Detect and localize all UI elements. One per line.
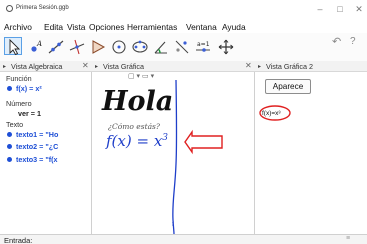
help-icon[interactable]: ?: [350, 36, 364, 48]
title-bar: Primera Sesión.ggb – □ ✕: [0, 0, 367, 21]
collapse-triangle-icon[interactable]: ▸: [3, 63, 6, 70]
graphics-view-2[interactable]: Aparece f(x)=x³: [255, 72, 367, 234]
visibility-dot[interactable]: [7, 144, 12, 149]
menu-archivo[interactable]: Archivo: [4, 22, 32, 32]
svg-text:A: A: [36, 40, 42, 48]
menu-herramientas[interactable]: Herramientas: [127, 22, 177, 32]
point-tool-button[interactable]: A: [25, 37, 43, 55]
triangle-icon: [92, 40, 106, 54]
algebra-item-fx[interactable]: f(x) = x²: [16, 84, 42, 93]
cursor-arrow-icon: [9, 38, 21, 56]
curve-label: f: [172, 222, 174, 228]
input-label: Entrada:: [4, 236, 33, 244]
window-title: Primera Sesión.ggb: [16, 5, 69, 11]
function-curve: [172, 79, 178, 234]
minimize-button[interactable]: –: [313, 4, 327, 14]
menu-edita[interactable]: Edita: [44, 22, 63, 32]
collapse-triangle-icon[interactable]: ▸: [258, 63, 261, 70]
visibility-dot[interactable]: [7, 157, 12, 162]
circle-icon: [112, 40, 126, 54]
ellipse-icon: [132, 40, 148, 53]
input-bar: Entrada: ≡: [0, 234, 367, 244]
perpendicular-icon: [69, 39, 85, 55]
section-label-numero: Número: [6, 99, 32, 108]
conic-tool-button[interactable]: [130, 37, 148, 55]
section-label-funcion: Función: [6, 74, 32, 83]
hola-text[interactable]: Hola: [102, 86, 173, 117]
input-field[interactable]: [38, 236, 338, 244]
angle-tool-button[interactable]: [151, 37, 169, 55]
red-arrow-icon: [184, 129, 223, 155]
line-tool-button[interactable]: [46, 37, 64, 55]
menu-ayuda[interactable]: Ayuda: [222, 22, 246, 32]
graphics-view-2-title: Vista Gráfica 2: [266, 62, 314, 71]
slider-tool-button[interactable]: a=1: [193, 37, 211, 55]
algebra-view-header: ▸ Vista Algebraica ✕: [0, 61, 92, 72]
menu-ventana[interactable]: Ventana: [186, 22, 217, 32]
algebra-item-texto3[interactable]: texto3 = "f(x: [16, 155, 58, 164]
input-help-icon[interactable]: ≡: [346, 235, 350, 242]
reflect-tool-button[interactable]: [172, 37, 190, 55]
move-graphics-tool-button[interactable]: [216, 37, 234, 55]
polygon-tool-button[interactable]: [88, 37, 106, 55]
como-estas-text[interactable]: ¿Cómo estás?: [108, 122, 160, 131]
close-window-button[interactable]: ✕: [352, 4, 366, 14]
perpendicular-tool-button[interactable]: [67, 37, 85, 55]
slider-tool-label: a=1: [197, 41, 210, 48]
visibility-dot[interactable]: [7, 86, 12, 91]
graphics-view-header: ▸ Vista Gráfica ✕: [92, 61, 255, 72]
point-icon: A: [31, 40, 42, 52]
visibility-dot[interactable]: [7, 132, 12, 137]
function-latex-text[interactable]: f(x) = x3: [106, 132, 168, 150]
close-algebra-view-icon[interactable]: ✕: [82, 61, 89, 70]
aparece-button[interactable]: Aparece: [265, 79, 311, 94]
collapse-triangle-icon[interactable]: ▸: [95, 63, 98, 70]
graphics-view[interactable]: ▢ ▾ ▭ ▾ Hola ¿Cómo estás? f(x) = x3 f: [92, 72, 255, 234]
move-view-icon: [218, 39, 234, 55]
move-tool-button[interactable]: [4, 37, 22, 56]
slider-icon: a=1: [196, 41, 210, 52]
close-graphics-view-icon[interactable]: ✕: [245, 61, 252, 70]
graphics-view-2-header: ▸ Vista Gráfica 2: [255, 61, 367, 72]
section-label-texto: Texto: [6, 120, 24, 129]
geogebra-app-icon: [6, 5, 13, 12]
menu-bar: Archivo Edita Vista Opciones Herramienta…: [0, 21, 367, 33]
reflect-icon: [175, 40, 189, 54]
algebra-item-ver[interactable]: ver = 1: [18, 109, 41, 118]
function-latex-base: f(x) = x: [106, 132, 163, 150]
algebra-item-texto2[interactable]: texto2 = "¿C: [16, 142, 58, 151]
undo-icon[interactable]: ↶: [332, 36, 348, 48]
algebra-view: Función f(x) = x² Número ver = 1 Texto t…: [0, 72, 92, 234]
circle-tool-button[interactable]: [109, 37, 127, 55]
toolbar: A a=1 ↶ ?: [0, 33, 367, 61]
line-icon: [48, 40, 64, 54]
algebra-item-texto1[interactable]: texto1 = "Ho: [16, 130, 58, 139]
angle-icon: [154, 41, 167, 54]
menu-opciones[interactable]: Opciones: [89, 22, 124, 32]
graphics-view-title: Vista Gráfica: [103, 62, 145, 71]
formula-text[interactable]: f(x)=x³: [262, 110, 281, 117]
menu-vista[interactable]: Vista: [67, 22, 85, 32]
algebra-view-title: Vista Algebraica: [11, 62, 63, 71]
maximize-button[interactable]: □: [333, 4, 347, 14]
function-latex-exponent: 3: [162, 133, 169, 143]
